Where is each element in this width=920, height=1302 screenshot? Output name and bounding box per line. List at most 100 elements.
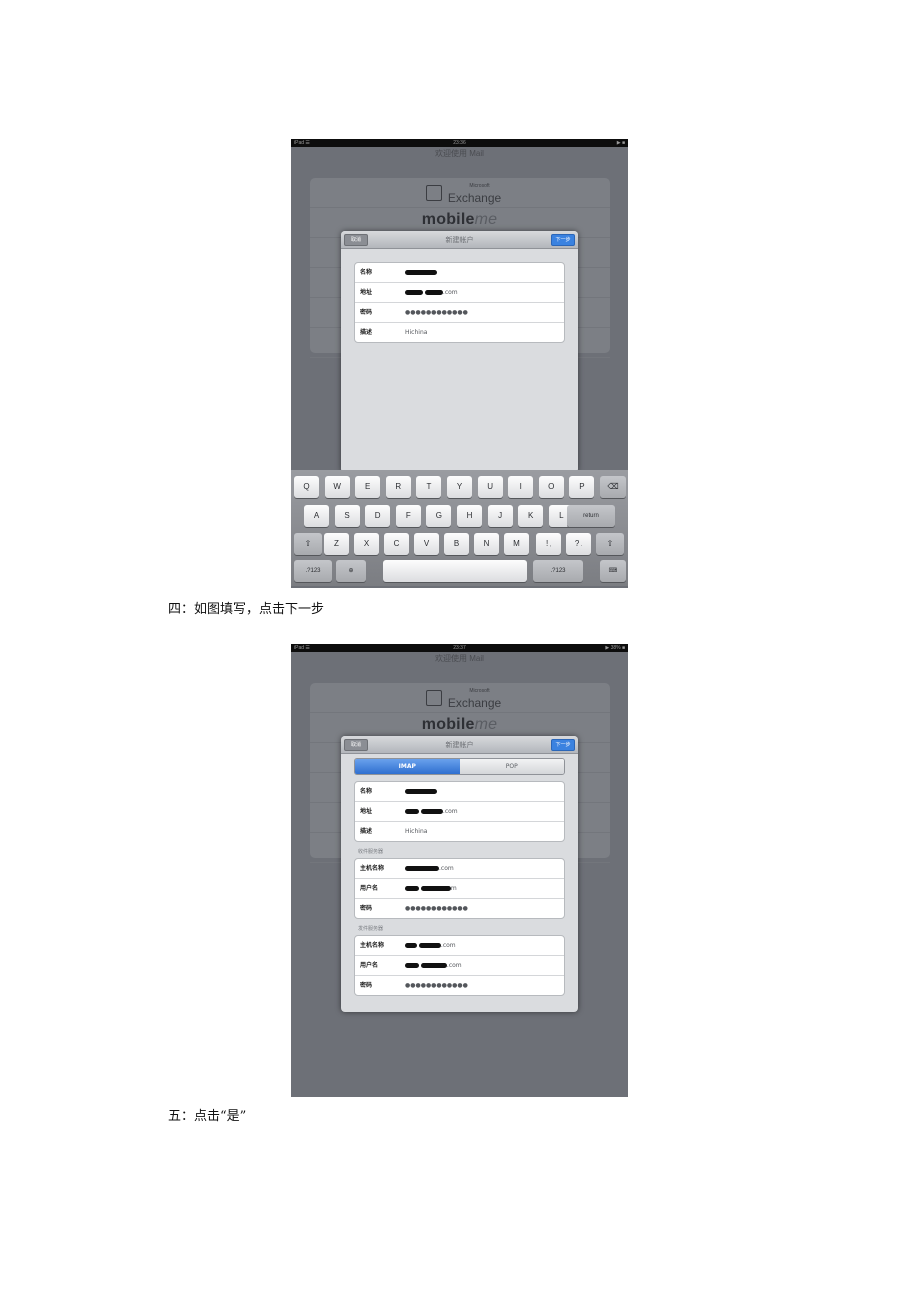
step-5-caption: 五：点击“是” — [168, 1109, 247, 1124]
battery-indicator: ▶ ■ — [616, 140, 625, 146]
key-s[interactable]: S — [334, 505, 360, 527]
field-value: .com — [405, 859, 454, 878]
field-value: .com — [405, 936, 456, 955]
status-bar: iPad ☰ 23:36 ▶ ■ — [291, 139, 628, 147]
key-b[interactable]: B — [444, 533, 469, 555]
sheet-navbar: 取消 新建帐户 下一步 — [341, 231, 578, 249]
key-u[interactable]: U — [477, 476, 503, 498]
field-label: 密码 — [360, 982, 373, 989]
account-form: 名称 地址 .com 密码 ●●●●●●●●●●●● 描述 Hichina — [354, 262, 565, 343]
new-account-sheet: 取消 新建帐户 下一步 名称 地址 .com 密码 ●●●●●●●●●●●● 描… — [341, 231, 578, 473]
imap-segment[interactable]: IMAP — [355, 759, 460, 774]
field-value — [405, 263, 437, 282]
key-f[interactable]: F — [395, 505, 421, 527]
key-symbol[interactable]: ? . — [566, 533, 591, 555]
field-value: ●●●●●●●●●●●● — [405, 982, 468, 989]
address-field[interactable]: 地址 .com — [355, 283, 564, 303]
name-field[interactable]: 名称 — [355, 263, 564, 283]
key-symbol[interactable]: ⇧ — [294, 533, 322, 555]
key-m[interactable]: M — [504, 533, 529, 555]
outgoing-server-form: 主机名称 .com 用户名 .com 密码 ●●●●●●●●●●●● — [354, 935, 565, 996]
field-label: 描述 — [360, 329, 373, 336]
key-g[interactable]: G — [426, 505, 452, 527]
field-value — [405, 782, 437, 801]
key-a[interactable]: A — [304, 505, 329, 527]
outgoing-server-header: 发件服务器 — [358, 926, 384, 932]
field-value: m — [405, 879, 457, 898]
field-value: Hichina — [405, 329, 428, 336]
key-123[interactable]: .?123 — [294, 560, 332, 582]
mobileme-provider[interactable]: mobileme — [291, 211, 628, 229]
key-x[interactable]: X — [354, 533, 379, 555]
incoming-username-field[interactable]: 用户名 m — [355, 879, 564, 899]
key-symbol[interactable]: ⊕ — [336, 560, 366, 582]
pop-segment[interactable]: POP — [459, 759, 564, 774]
key-j[interactable]: J — [487, 505, 513, 527]
mobileme-suffix: me — [474, 211, 498, 228]
battery-indicator: ▶ 38% ■ — [605, 645, 625, 651]
key-c[interactable]: C — [384, 533, 409, 555]
key-e[interactable]: E — [355, 476, 381, 498]
key-n[interactable]: N — [474, 533, 499, 555]
incoming-password-field[interactable]: 密码 ●●●●●●●●●●●● — [355, 899, 564, 918]
new-account-sheet: 取消 新建帐户 下一步 IMAP POP 名称 地址 .com 描述 Hichi… — [341, 736, 578, 1012]
field-label: 密码 — [360, 905, 373, 912]
key-t[interactable]: T — [416, 476, 442, 498]
key-d[interactable]: D — [365, 505, 391, 527]
key-return[interactable]: return — [567, 505, 615, 527]
outgoing-username-field[interactable]: 用户名 .com — [355, 956, 564, 976]
key-o[interactable]: O — [538, 476, 564, 498]
next-button[interactable]: 下一步 — [551, 739, 575, 751]
key-symbol[interactable]: ⌫ — [600, 476, 626, 498]
key-r[interactable]: R — [385, 476, 411, 498]
microsoft-label: Microsoft — [469, 688, 490, 694]
description-field[interactable]: 描述 Hichina — [355, 822, 564, 841]
key-y[interactable]: Y — [447, 476, 472, 498]
key-v[interactable]: V — [414, 533, 439, 555]
key-h[interactable]: H — [457, 505, 482, 527]
key-symbol[interactable]: ⌨ — [600, 560, 626, 582]
protocol-segmented-control: IMAP POP — [354, 758, 565, 775]
sheet-title: 新建帐户 — [445, 741, 474, 749]
key-q[interactable]: Q — [294, 476, 319, 498]
key-123[interactable]: .?123 — [533, 560, 583, 582]
key-symbol[interactable]: ! , — [536, 533, 561, 555]
sheet-navbar: 取消 新建帐户 下一步 — [341, 736, 578, 754]
key-symbol[interactable]: ⇧ — [596, 533, 624, 555]
mobileme-suffix: me — [474, 716, 498, 733]
outgoing-host-field[interactable]: 主机名称 .com — [355, 936, 564, 956]
key-i[interactable]: I — [508, 476, 534, 498]
incoming-server-form: 主机名称 .com 用户名 m 密码 ●●●●●●●●●●●● — [354, 858, 565, 919]
outgoing-password-field[interactable]: 密码 ●●●●●●●●●●●● — [355, 976, 564, 995]
microsoft-label: Microsoft — [469, 183, 490, 189]
mobileme-label: mobile — [421, 716, 475, 733]
screenshot-server-settings: iPad ☰ 23:37 ▶ 38% ■ 欢迎使用 Mail Microsoft… — [291, 644, 628, 1097]
next-button[interactable]: 下一步 — [551, 234, 575, 246]
exchange-provider[interactable]: Microsoft Exchange — [291, 688, 628, 712]
step-4-caption: 四：如图填写，点击下一步 — [168, 602, 325, 617]
address-field[interactable]: 地址 .com — [355, 802, 564, 822]
welcome-title: 欢迎使用 Mail — [435, 149, 484, 158]
key-space[interactable] — [383, 560, 527, 582]
mobileme-provider[interactable]: mobileme — [291, 716, 628, 734]
field-label: 用户名 — [360, 885, 379, 892]
key-z[interactable]: Z — [324, 533, 349, 555]
key-k[interactable]: K — [518, 505, 544, 527]
account-form: 名称 地址 .com 描述 Hichina — [354, 781, 565, 842]
field-value: .com — [405, 283, 458, 302]
welcome-title: 欢迎使用 Mail — [435, 654, 484, 663]
exchange-provider[interactable]: Microsoft Exchange — [291, 183, 628, 207]
name-field[interactable]: 名称 — [355, 782, 564, 802]
field-label: 主机名称 — [360, 942, 385, 949]
key-w[interactable]: W — [324, 476, 350, 498]
screenshot-new-account: iPad ☰ 23:36 ▶ ■ 欢迎使用 Mail Microsoft Exc… — [291, 139, 628, 588]
field-value: .com — [405, 802, 458, 821]
field-label: 描述 — [360, 828, 373, 835]
password-field[interactable]: 密码 ●●●●●●●●●●●● — [355, 303, 564, 323]
field-value: ●●●●●●●●●●●● — [405, 905, 468, 912]
field-label: 密码 — [360, 309, 373, 316]
incoming-host-field[interactable]: 主机名称 .com — [355, 859, 564, 879]
description-field[interactable]: 描述 Hichina — [355, 323, 564, 342]
key-p[interactable]: P — [569, 476, 595, 498]
field-value: Hichina — [405, 828, 428, 835]
